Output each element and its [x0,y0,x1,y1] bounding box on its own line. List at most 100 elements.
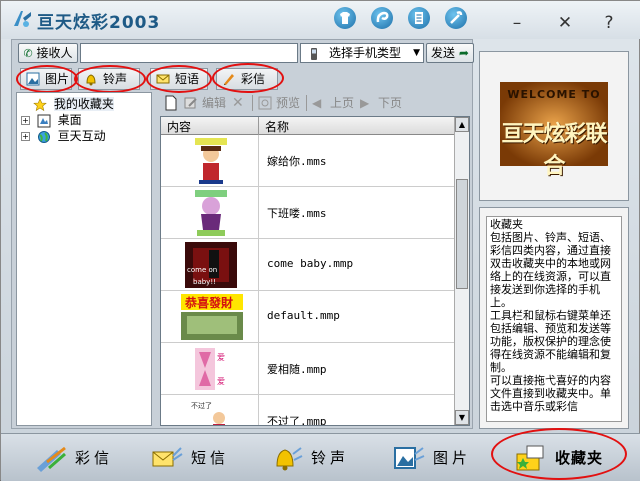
bell-icon [86,74,96,86]
nav-favorites[interactable]: 收藏夹 [515,444,603,472]
tab-picture[interactable]: 图片 [20,68,72,90]
list-item[interactable]: 恭喜發財 default.mmp [161,291,455,343]
nav-ringtone[interactable]: 铃声 [271,444,349,472]
toolbar-divider [306,95,307,111]
tree-item-favorites[interactable]: 我的收藏夹 [33,96,114,112]
tools-icon[interactable] [445,7,467,29]
main-panel: ✆ 接收人 选择手机类型 ▼ 发送 ➦ 图片 铃声 短语 彩信 我的收藏夹 + … [11,39,474,429]
tab-ringtone-label: 铃声 [103,72,128,86]
picture-icon [394,447,425,469]
shirt-icon[interactable] [334,7,356,29]
app-logo-icon [14,11,31,27]
title-bar: 亘天炫彩2003 – ✕ ? [1,1,640,39]
sms-icon [152,447,183,467]
list-item[interactable]: 爱 爱 爱相随.mmp [161,343,455,395]
list-item[interactable]: come on baby!! come baby.mmp [161,239,455,291]
edit-button[interactable]: 编辑 [184,94,226,112]
column-header-content[interactable]: 内容 [167,118,191,135]
description-text: 收藏夹 包括图片、铃声、短语、彩信四类内容，通过直接双击收藏夹中的本地或网络上的… [486,216,622,422]
next-page-button[interactable]: ▶ 下页 [360,94,402,112]
document-icon[interactable] [408,7,430,29]
new-document-icon[interactable] [164,95,178,111]
expand-icon[interactable]: + [21,116,30,125]
bottom-nav: 彩信 短信 铃声 图片 收藏夹 [1,428,640,481]
delete-icon: ✕ [232,95,244,111]
close-button[interactable]: ✕ [555,13,575,33]
pen-icon [224,74,234,85]
file-name: 爱相随.mmp [267,363,327,376]
app-title: 亘天炫彩2003 [37,13,161,33]
list-toolbar: 编辑 ✕ 预览 ◀ 上页 ▶ 下页 [160,92,470,114]
list-header: 内容 名称 [161,117,455,135]
mobile-phone-icon [311,48,317,60]
banner-panel: WELCOME TO 亘天炫彩联合 [479,51,629,201]
recipient-button-label: 接收人 [36,46,73,60]
file-name: 下班喽.mms [267,207,327,220]
thumbnail-image [195,138,227,184]
send-button[interactable]: 发送 ➦ [426,43,474,63]
envelope-icon [156,74,170,84]
folder-tree: 我的收藏夹 + 桌面 + 亘天互动 [16,92,152,426]
recipient-row: ✆ 接收人 选择手机类型 ▼ 发送 ➦ [16,43,474,63]
banner-line1: WELCOME TO [507,88,601,101]
thumbnail-image: 不过了 [191,401,225,425]
nav-picture-label: 图片 [433,449,472,467]
nav-sms[interactable]: 短信 [151,444,229,472]
chevron-down-icon: ▼ [413,48,420,58]
tree-item-interaction-label: 亘天互动 [57,129,106,143]
app-window: 亘天炫彩2003 – ✕ ? ✆ 接收人 选择手机类型 ▼ 发送 ➦ 图片 铃声… [0,0,640,481]
edit-label: 编辑 [202,96,227,110]
delete-button[interactable]: ✕ [232,94,246,112]
nav-favorites-label: 收藏夹 [555,449,604,467]
mms-icon [37,446,66,472]
svg-text:come on: come on [187,266,217,274]
svg-text:恭喜發財: 恭喜發財 [184,295,233,310]
next-page-label: 下页 [378,96,403,110]
favorites-icon [516,445,544,471]
expand-icon[interactable]: + [21,132,30,141]
nav-ringtone-label: 铃声 [311,449,350,467]
list-item[interactable]: 嫁给你.mms [161,135,455,187]
tree-item-desktop-label: 桌面 [57,113,82,127]
tab-mms[interactable]: 彩信 [216,68,278,90]
tree-item-interaction[interactable]: + 亘天互动 [21,128,106,144]
tab-phrase-label: 短语 [175,72,200,86]
scroll-thumb[interactable] [456,179,468,289]
tab-ringtone[interactable]: 铃声 [78,68,140,90]
nav-mms[interactable]: 彩信 [35,444,113,472]
recipient-input[interactable] [80,43,298,63]
prev-page-button[interactable]: ◀ 上页 [312,94,354,112]
nav-picture[interactable]: 图片 [393,444,471,472]
phone-type-select[interactable]: 选择手机类型 ▼ [300,43,424,63]
list-item[interactable]: 不过了 不过了.mmp [161,395,455,425]
preview-button[interactable]: 预览 [258,94,300,112]
category-tabs: 图片 铃声 短语 彩信 [16,63,472,93]
thumbnail-image: come on baby!! [185,242,237,288]
phone-type-value: 选择手机类型 [329,46,402,60]
file-name: default.mmp [267,309,340,322]
scroll-up-icon[interactable]: ▲ [455,117,469,132]
recipient-button[interactable]: ✆ 接收人 [18,43,78,63]
toolbar-divider [252,95,253,111]
file-name: 嫁给你.mms [267,155,327,168]
send-button-label: 发送 [431,46,456,60]
list-scrollbar[interactable]: ▲ ▼ [454,117,469,425]
scroll-down-icon[interactable]: ▼ [455,410,469,425]
minimize-button[interactable]: – [507,13,527,33]
thumbnail-image: 爱 爱 [195,348,225,390]
tree-item-desktop[interactable]: + 桌面 [21,112,82,128]
nav-sms-label: 短信 [191,449,230,467]
help-button[interactable]: ? [599,13,619,33]
ringtone-icon [276,447,303,471]
tab-phrase[interactable]: 短语 [150,68,208,90]
thumbnail-image: 恭喜發財 [181,294,243,340]
svg-text:不过了: 不过了 [191,401,212,410]
tree-item-favorites-label: 我的收藏夹 [53,97,114,111]
swirl-icon[interactable] [371,7,393,29]
column-header-name[interactable]: 名称 [265,118,289,135]
thumbnail-image [195,190,227,236]
picture-icon [26,72,40,86]
send-arrow-icon: ➦ [458,46,469,60]
banner-line2: 亘天炫彩联合 [501,122,607,179]
list-item[interactable]: 下班喽.mms [161,187,455,239]
